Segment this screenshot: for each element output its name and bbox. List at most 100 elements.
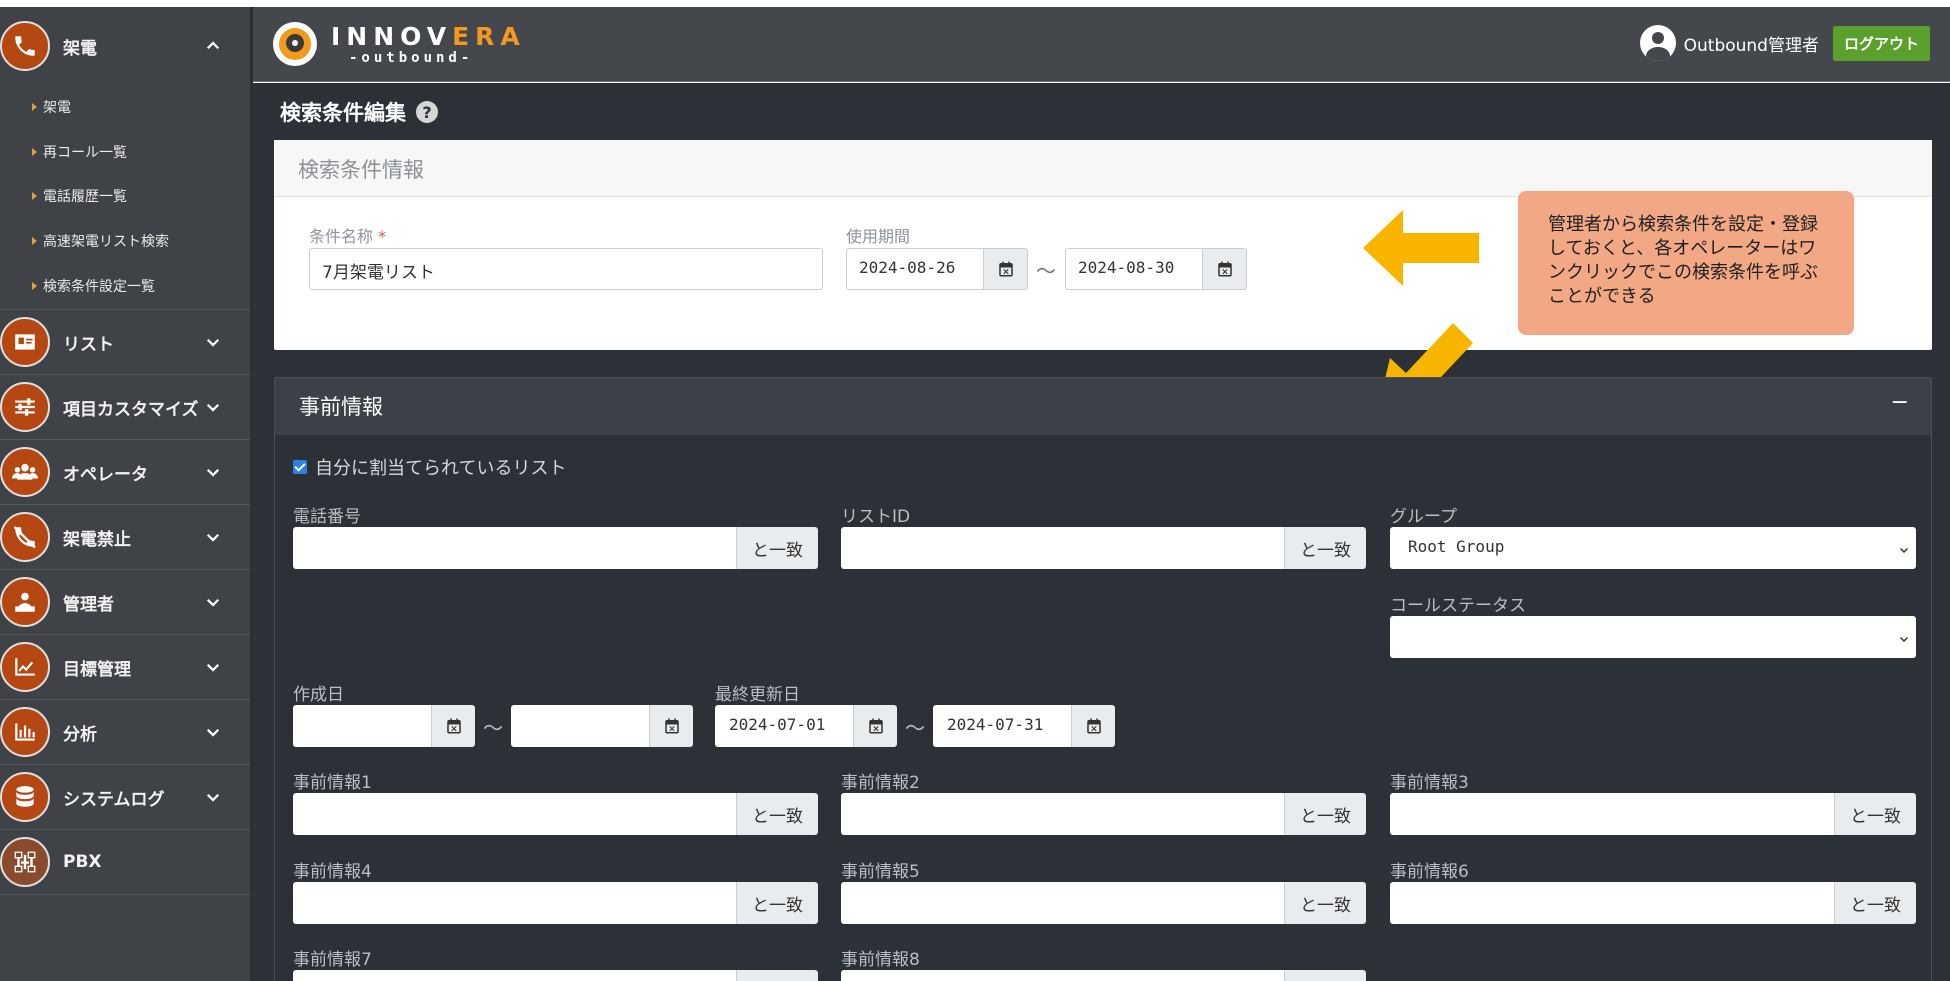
created-from-input[interactable] (293, 705, 431, 747)
sidebar-group-analysis[interactable]: 分析 (0, 700, 250, 765)
pre-info-2-label: 事前情報2 (841, 773, 920, 793)
pre-info-5-label: 事前情報5 (841, 862, 920, 882)
pre-info-6-input[interactable] (1390, 882, 1834, 924)
sidebar-item-call[interactable]: 架電 (0, 85, 250, 130)
call-status-select[interactable] (1390, 616, 1916, 658)
phone-number-input[interactable] (293, 527, 736, 569)
sidebar-group-operator[interactable]: オペレータ (0, 440, 250, 505)
match-button[interactable]: と一致 (736, 527, 818, 569)
created-date-label: 作成日 (293, 685, 344, 705)
match-button[interactable]: と一致 (736, 970, 818, 981)
logout-button[interactable]: ログアウト (1832, 25, 1930, 61)
chevron-up-icon (204, 37, 222, 55)
match-button[interactable]: と一致 (1284, 793, 1366, 835)
condition-name-input[interactable]: 7月架電リスト (309, 248, 823, 290)
top-header: INNOVERA -outbound- Outbound管理者 ログアウト (253, 7, 1950, 82)
pre-info-2-input[interactable] (841, 793, 1284, 835)
range-separator: 〜 (1036, 259, 1056, 283)
pre-info-1-input[interactable] (293, 793, 736, 835)
sliders-icon (0, 382, 50, 432)
sidebar-group-call-ban[interactable]: 架電禁止 (0, 505, 250, 570)
sidebar-label-customize: 項目カスタマイズ (63, 399, 199, 420)
calendar-icon[interactable] (853, 705, 897, 747)
sidebar-item-label: 電話履歴一覧 (43, 189, 127, 206)
pre-info-4-input[interactable] (293, 882, 736, 924)
calendar-icon[interactable] (431, 705, 475, 747)
user-avatar-icon[interactable] (1639, 25, 1676, 61)
arrow-left-icon (1363, 210, 1479, 286)
sidebar-item-label: 検索条件設定一覧 (43, 278, 155, 295)
last-updated-label: 最終更新日 (715, 685, 800, 705)
created-to-input[interactable] (511, 705, 649, 747)
usage-period-to-input[interactable]: 2024-08-30 (1065, 248, 1203, 290)
pre-info-4-label: 事前情報4 (293, 862, 372, 882)
match-button[interactable]: と一致 (1834, 882, 1916, 924)
sidebar-item-fast-list-search[interactable]: 高速架電リスト検索 (0, 219, 250, 264)
calendar-icon[interactable] (984, 248, 1028, 290)
sidebar-label-goal: 目標管理 (63, 659, 131, 680)
sidebar-item-recall-list[interactable]: 再コール一覧 (0, 130, 250, 175)
logo-wordmark: INNOVERA (331, 21, 526, 51)
pre-info-6-label: 事前情報6 (1390, 862, 1469, 882)
list-id-input[interactable] (841, 527, 1284, 569)
sidebar-group-system-log[interactable]: システムログ (0, 765, 250, 830)
sidebar-group-pbx[interactable]: PBX (0, 830, 250, 895)
updated-from-input[interactable]: 2024-07-01 (715, 705, 853, 747)
group-select[interactable]: Root Group (1390, 527, 1916, 569)
chevron-down-icon (1898, 630, 1910, 643)
range-separator: 〜 (905, 716, 925, 740)
pre-info-7-label: 事前情報7 (293, 950, 372, 970)
sidebar-item-search-condition-list[interactable]: 検索条件設定一覧 (0, 263, 250, 308)
match-button[interactable]: と一致 (1284, 882, 1366, 924)
assigned-list-checkbox[interactable]: 自分に割当てられているリスト (293, 454, 566, 480)
chevron-down-icon (204, 788, 222, 806)
condition-info-card-title: 検索条件情報 (274, 140, 1932, 197)
pre-info-3-input[interactable] (1390, 793, 1834, 835)
assigned-list-label: 自分に割当てられているリスト (315, 458, 567, 479)
sidebar-label-admin: 管理者 (63, 594, 114, 615)
match-button[interactable]: と一致 (1284, 527, 1366, 569)
network-icon (0, 837, 50, 887)
sidebar-label-operator: オペレータ (63, 464, 148, 485)
pre-info-card-title: 事前情報 (299, 395, 383, 419)
user-name[interactable]: Outbound管理者 (1684, 31, 1819, 56)
user-menu: Outbound管理者 ログアウト (1639, 25, 1930, 61)
sidebar-group-call[interactable]: 架電 (0, 7, 250, 85)
sidebar-group-admin[interactable]: 管理者 (0, 570, 250, 635)
updated-to-input[interactable]: 2024-07-31 (933, 705, 1071, 747)
sidebar-label-call: 架電 (63, 38, 97, 59)
sidebar-group-customize[interactable]: 項目カスタマイズ (0, 375, 250, 440)
caret-right-icon (32, 237, 37, 246)
sidebar-item-label: 架電 (43, 100, 71, 117)
sidebar-group-list[interactable]: リスト (0, 310, 250, 375)
calendar-icon[interactable] (1071, 705, 1115, 747)
caret-right-icon (32, 281, 37, 290)
call-status-label: コールステータス (1390, 596, 1526, 616)
calendar-icon[interactable] (649, 705, 693, 747)
calendar-icon[interactable] (1203, 248, 1247, 290)
usage-period-from-input[interactable]: 2024-08-26 (846, 248, 984, 290)
sidebar-item-call-history[interactable]: 電話履歴一覧 (0, 174, 250, 219)
caret-right-icon (32, 103, 37, 112)
sidebar-submenu-call: 架電 再コール一覧 電話履歴一覧 高速架電リスト検索 検索条件設定一覧 (0, 85, 250, 310)
pre-info-5-input[interactable] (841, 882, 1284, 924)
pre-info-8-input[interactable] (841, 970, 1284, 981)
sidebar-item-label: 再コール一覧 (43, 144, 127, 161)
checkbox-checked-icon (293, 460, 307, 474)
help-icon[interactable]: ? (416, 101, 438, 123)
pre-info-card-header: 事前情報 − (275, 378, 1931, 435)
condition-name-label: 条件名称 * (309, 227, 387, 246)
match-button[interactable]: と一致 (1284, 970, 1366, 981)
page-title: 検索条件編集 ? (280, 97, 438, 127)
collapse-button[interactable]: − (1891, 390, 1909, 415)
match-button[interactable]: と一致 (736, 793, 818, 835)
logo-mark-icon (273, 22, 317, 66)
app-logo[interactable]: INNOVERA -outbound- (273, 22, 526, 66)
pre-info-7-input[interactable] (293, 970, 736, 981)
sidebar-group-goal[interactable]: 目標管理 (0, 635, 250, 700)
caret-right-icon (32, 147, 37, 156)
match-button[interactable]: と一致 (1834, 793, 1916, 835)
range-separator: 〜 (483, 716, 503, 740)
match-button[interactable]: と一致 (736, 882, 818, 924)
phone-slash-icon (0, 512, 50, 562)
